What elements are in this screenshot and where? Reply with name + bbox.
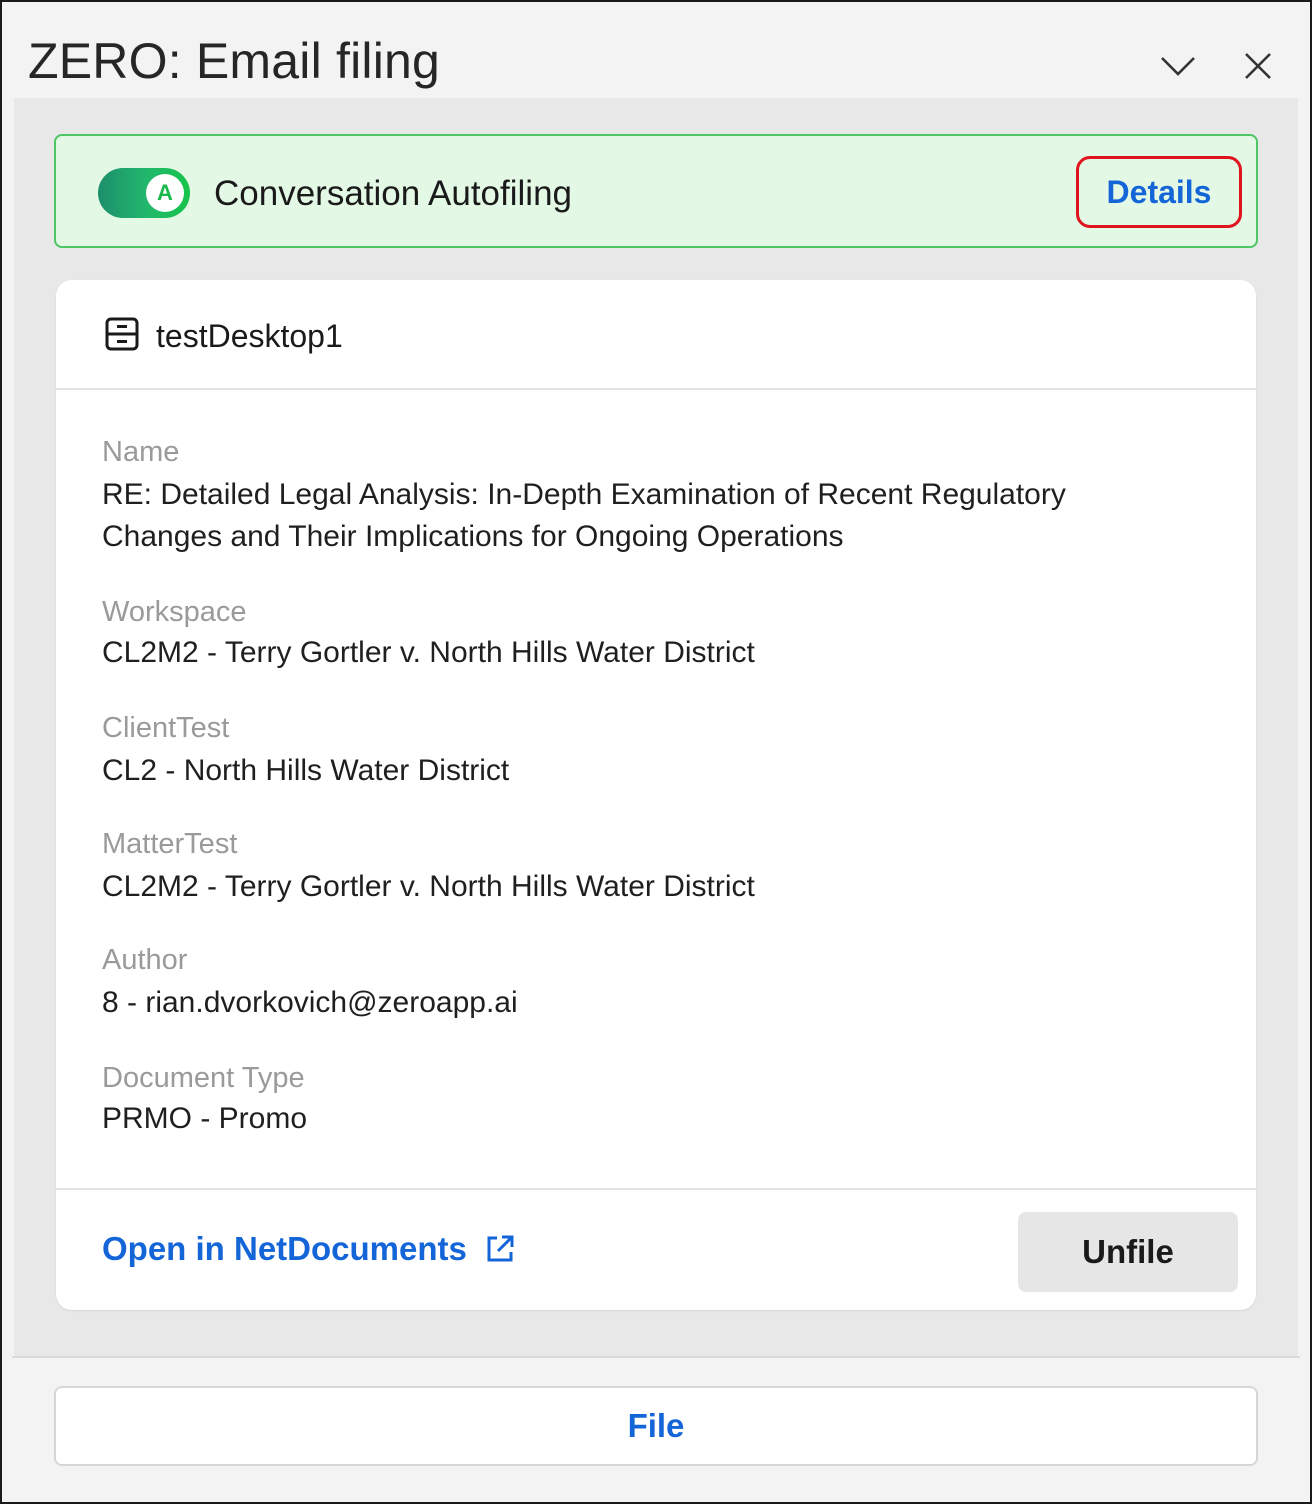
file-button[interactable]: File xyxy=(54,1386,1258,1466)
details-button[interactable]: Details xyxy=(1076,156,1242,228)
field-label-matter: MatterTest xyxy=(102,828,238,860)
title-bar: ZERO: Email filing xyxy=(2,2,1310,98)
field-value-client: CL2 - North Hills Water District xyxy=(102,754,510,787)
chevron-down-icon xyxy=(1161,57,1195,76)
document-icon xyxy=(105,317,139,351)
open-link-label: Open in NetDocuments xyxy=(102,1230,467,1267)
autofiling-label: Conversation Autofiling xyxy=(214,174,572,213)
field-value-matter: CL2M2 - Terry Gortler v. North Hills Wat… xyxy=(102,870,755,903)
field-value-name-line1: RE: Detailed Legal Analysis: In-Depth Ex… xyxy=(102,478,1066,511)
window-title: ZERO: Email filing xyxy=(28,33,441,89)
field-label-name: Name xyxy=(102,436,180,468)
bottom-divider xyxy=(12,1356,1300,1358)
autofiling-banner: A Conversation Autofiling Details xyxy=(54,134,1258,248)
toggle-letter: A xyxy=(157,180,173,205)
close-button[interactable] xyxy=(1230,38,1286,94)
field-value-name-line2: Changes and Their Implications for Ongoi… xyxy=(102,520,844,553)
field-label-client: ClientTest xyxy=(102,712,230,744)
document-title: testDesktop1 xyxy=(156,318,343,354)
open-in-netdocuments-link[interactable]: Open in NetDocuments xyxy=(102,1230,515,1268)
document-card: testDesktop1 Name RE: Detailed Legal Ana… xyxy=(56,280,1256,1310)
unfile-button[interactable]: Unfile xyxy=(1018,1212,1238,1292)
field-label-author: Author xyxy=(102,944,188,976)
toggle-knob: A xyxy=(146,174,184,212)
card-header: testDesktop1 xyxy=(56,280,1256,390)
autofiling-toggle[interactable]: A xyxy=(98,168,190,218)
external-link-icon xyxy=(487,1235,514,1262)
field-value-workspace: CL2M2 - Terry Gortler v. North Hills Wat… xyxy=(102,636,755,669)
field-value-author: 8 - rian.dvorkovich@zeroapp.ai xyxy=(102,986,518,1019)
field-label-workspace: Workspace xyxy=(102,596,247,628)
close-icon xyxy=(1245,53,1271,79)
collapse-button[interactable] xyxy=(1150,38,1206,94)
field-value-document-type: PRMO - Promo xyxy=(102,1102,308,1135)
field-label-document-type: Document Type xyxy=(102,1062,305,1094)
card-footer-divider xyxy=(56,1188,1256,1190)
